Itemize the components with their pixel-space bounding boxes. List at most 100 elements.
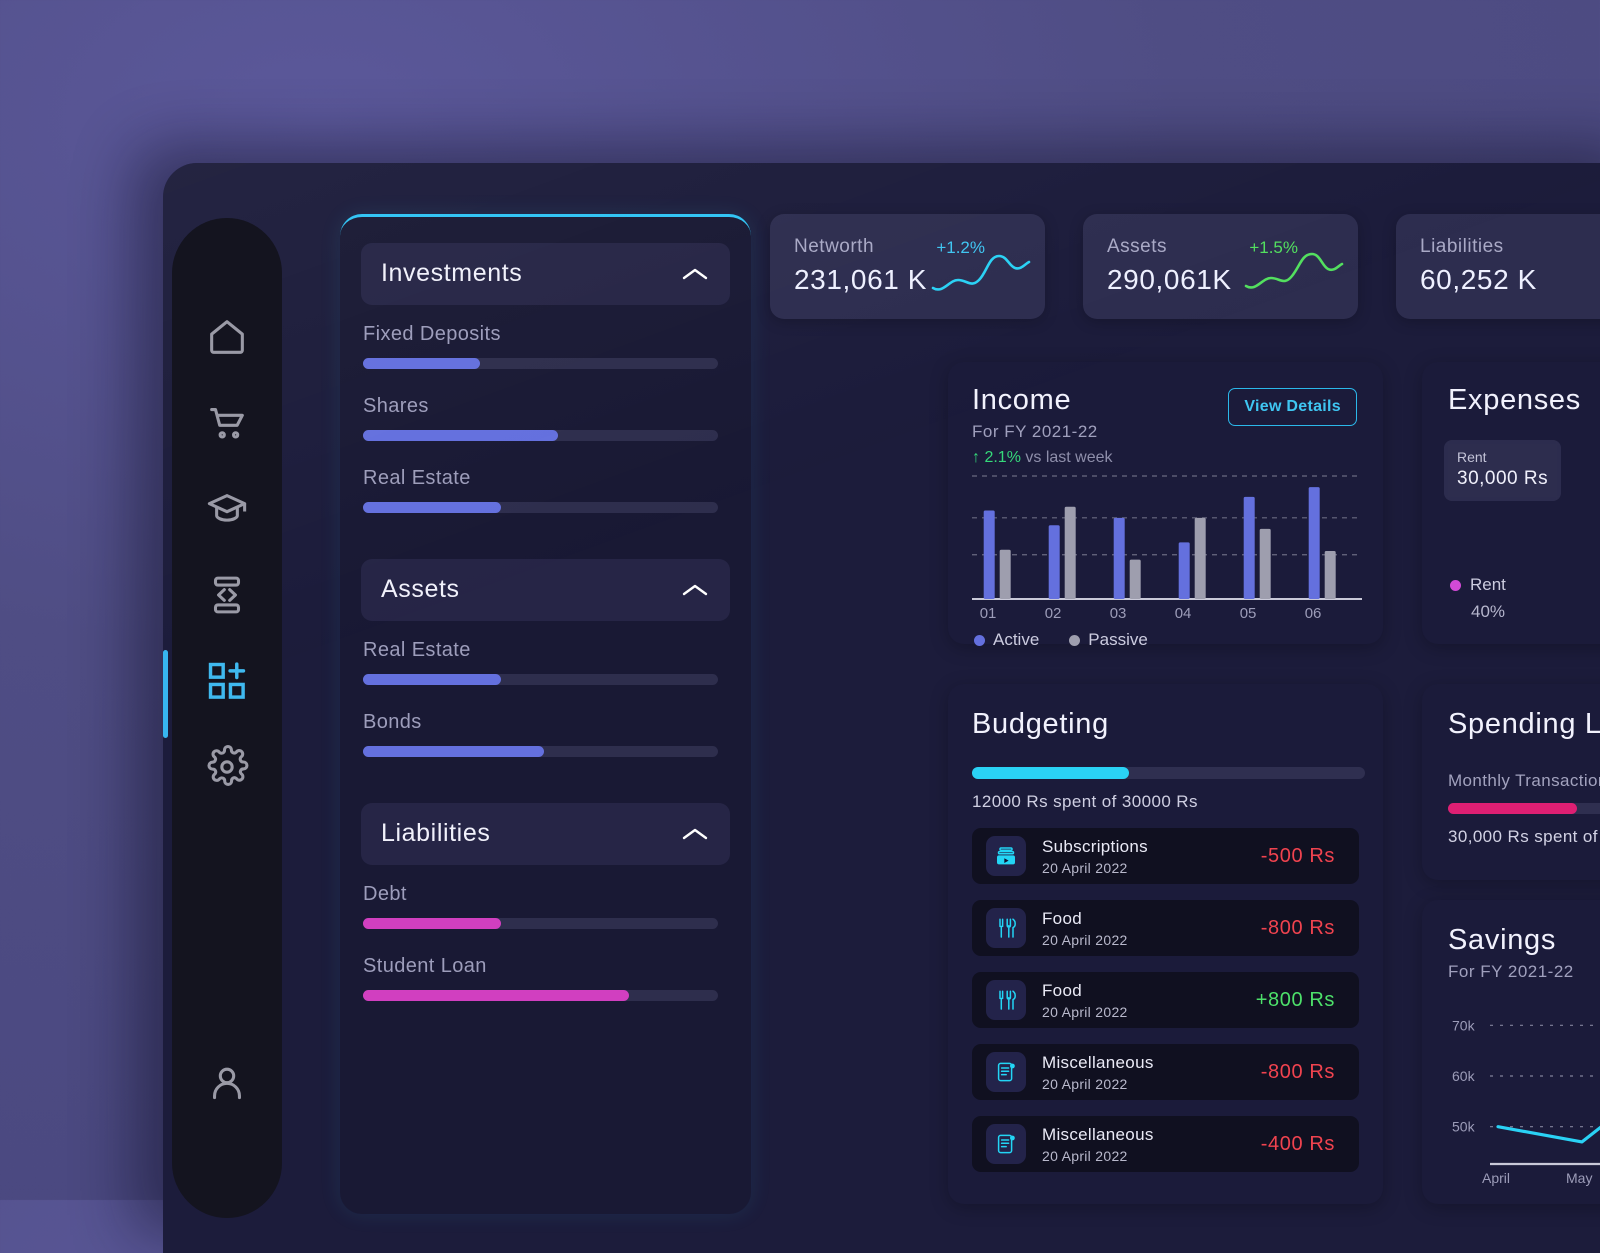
account-label: Bonds: [363, 711, 730, 734]
transaction-row[interactable]: Miscellaneous 20 April 2022 -800 Rs: [972, 1044, 1359, 1100]
y-tick-label: 70k: [1452, 1017, 1476, 1033]
panel-title: Savings: [1448, 924, 1600, 957]
limit-progress-text: 30,000 Rs spent of 90,000 Rs: [1448, 827, 1600, 847]
savings-line-chart: 50k60k70k: [1448, 992, 1600, 1178]
progress-fill: [363, 746, 544, 757]
limit-progress-track: [1448, 803, 1600, 814]
panel-title: Expenses: [1448, 384, 1600, 417]
transaction-row[interactable]: Miscellaneous 20 April 2022 -400 Rs: [972, 1116, 1359, 1172]
kpi-card-assets[interactable]: Assets 290,061K +1.5%: [1083, 214, 1358, 319]
sidebar-item-settings[interactable]: [172, 724, 282, 810]
tooltip-label: Rent: [1457, 449, 1548, 465]
view-details-button[interactable]: View Details: [1228, 388, 1357, 426]
transaction-name: Food: [1042, 909, 1261, 929]
account-label: Real Estate: [363, 467, 730, 490]
transaction-info: Subscriptions 20 April 2022: [1042, 837, 1261, 876]
account-row: Debt: [363, 883, 730, 929]
account-row: Real Estate: [363, 639, 730, 685]
transaction-icon-wrap: [986, 908, 1026, 948]
legend-item-rent: Rent 40%: [1450, 575, 1600, 622]
trend-value: 2.1%: [984, 449, 1020, 466]
kpi-label: Liabilities: [1420, 236, 1600, 258]
x-tick-label: 04: [1175, 605, 1192, 622]
kpi-value: 60,252 K: [1420, 264, 1600, 296]
chevron-up-icon: [680, 581, 710, 599]
panel-subtitle: For FY 2021-22: [1448, 962, 1600, 982]
sidebar-item-shop[interactable]: [172, 380, 282, 466]
sparkline-assets: [1244, 250, 1344, 298]
transaction-name: Food: [1042, 981, 1256, 1001]
limit-row-label: Monthly Transaction Limit: [1448, 771, 1600, 791]
cutlery-icon: [994, 988, 1018, 1012]
transaction-date: 20 April 2022: [1042, 1076, 1261, 1092]
transaction-list: Subscriptions 20 April 2022 -500 Rs Food…: [972, 828, 1359, 1172]
transaction-row[interactable]: Food 20 April 2022 +800 Rs: [972, 972, 1359, 1028]
accordion-title: Assets: [381, 575, 460, 604]
account-label: Real Estate: [363, 639, 730, 662]
x-tick-label: 01: [980, 605, 997, 622]
income-x-axis: 010203040506: [972, 605, 1362, 625]
progress-fill: [363, 990, 629, 1001]
sidebar-item-learn[interactable]: [172, 466, 282, 552]
x-tick-label: 06: [1305, 605, 1322, 622]
income-legend: Active Passive: [974, 630, 1148, 650]
trend-suffix: vs last week: [1025, 449, 1112, 466]
clipboard-icon: [994, 1132, 1018, 1156]
chevron-up-icon: [680, 265, 710, 283]
transaction-name: Miscellaneous: [1042, 1125, 1261, 1145]
progress-fill: [363, 918, 501, 929]
home-icon: [204, 314, 250, 360]
kpi-row: Networth 231,061 K +1.2% Assets 290,061K…: [770, 214, 1600, 319]
sidebar-item-developer[interactable]: [172, 552, 282, 638]
transaction-icon-wrap: [986, 1124, 1026, 1164]
transaction-info: Miscellaneous 20 April 2022: [1042, 1125, 1261, 1164]
transaction-name: Miscellaneous: [1042, 1053, 1261, 1073]
panel-title: Spending Limits: [1448, 708, 1600, 741]
sidebar-nav: [172, 218, 282, 1218]
transaction-date: 20 April 2022: [1042, 1004, 1256, 1020]
account-label: Debt: [363, 883, 730, 906]
transaction-icon-wrap: [986, 1052, 1026, 1092]
progress-track: [363, 746, 718, 757]
expenses-legend: Rent 40% Food 32%: [1450, 575, 1600, 622]
accordion-header-assets[interactable]: Assets: [361, 559, 730, 621]
transaction-icon-wrap: [986, 836, 1026, 876]
account-row: Shares: [363, 395, 730, 441]
section-gap: [361, 783, 730, 803]
tooltip-value: 30,000 Rs: [1457, 468, 1548, 490]
sidebar-item-profile[interactable]: [172, 1040, 282, 1126]
sidebar-item-add-widget[interactable]: [172, 638, 282, 724]
accordion-header-liabilities[interactable]: Liabilities: [361, 803, 730, 865]
transaction-info: Miscellaneous 20 April 2022: [1042, 1053, 1261, 1092]
legend-label: Active: [993, 630, 1039, 650]
user-icon: [204, 1060, 250, 1106]
accordion-title: Liabilities: [381, 819, 490, 848]
income-trend: ↑ 2.1% vs last week: [972, 449, 1359, 467]
transaction-amount: -500 Rs: [1261, 845, 1335, 868]
x-tick-label: 03: [1110, 605, 1127, 622]
main-content: Networth 231,061 K +1.2% Assets 290,061K…: [770, 214, 1600, 1253]
kpi-card-networth[interactable]: Networth 231,061 K +1.2%: [770, 214, 1045, 319]
chevron-up-icon: [680, 825, 710, 843]
transaction-date: 20 April 2022: [1042, 860, 1261, 876]
x-tick-label: 02: [1045, 605, 1062, 622]
graduation-cap-icon: [204, 486, 250, 532]
account-row: Student Loan: [363, 955, 730, 1001]
account-label: Student Loan: [363, 955, 730, 978]
legend-item-passive: Passive: [1069, 630, 1148, 650]
accounts-panel: Investments Fixed Deposits Shares Real E…: [340, 214, 751, 1214]
income-panel: Income For FY 2021-22 ↑ 2.1% vs last wee…: [948, 362, 1383, 644]
transaction-row[interactable]: Food 20 April 2022 -800 Rs: [972, 900, 1359, 956]
code-device-icon: [204, 572, 250, 618]
transaction-row[interactable]: Subscriptions 20 April 2022 -500 Rs: [972, 828, 1359, 884]
legend-dot: [974, 635, 985, 646]
budget-progress-fill: [972, 767, 1129, 779]
transaction-amount: -400 Rs: [1261, 1133, 1335, 1156]
gear-icon: [204, 744, 250, 790]
sidebar-item-home[interactable]: [172, 294, 282, 380]
kpi-card-liabilities[interactable]: Liabilities 60,252 K: [1396, 214, 1600, 319]
progress-track: [363, 990, 718, 1001]
limit-progress-fill: [1448, 803, 1577, 814]
progress-fill: [363, 430, 558, 441]
accordion-header-investments[interactable]: Investments: [361, 243, 730, 305]
